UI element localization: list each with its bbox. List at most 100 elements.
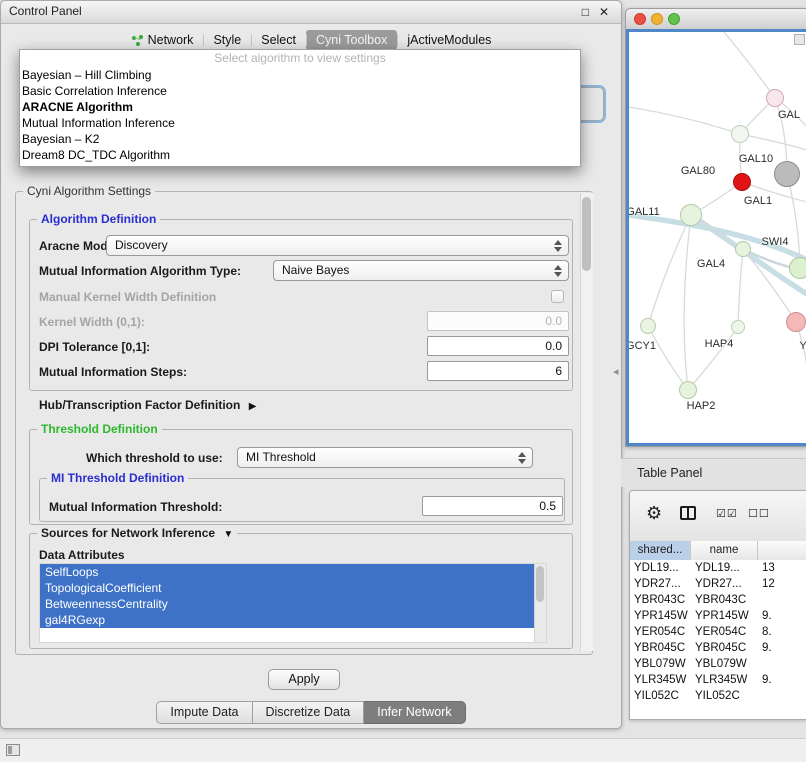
tab-network[interactable]: Network <box>121 30 204 50</box>
column-header-name[interactable]: name <box>691 541 758 560</box>
sources-group-title[interactable]: Sources for Network Inference ▼ <box>37 526 237 542</box>
table-header-row: shared... name <box>630 541 806 561</box>
algorithm-option[interactable]: Bayesian – Hill Climbing <box>20 67 580 83</box>
mi-type-select[interactable]: Naive Bayes <box>273 260 569 281</box>
network-node[interactable] <box>680 204 702 226</box>
network-node[interactable] <box>731 125 749 143</box>
stepper-icon <box>554 239 563 253</box>
apply-button[interactable]: Apply <box>268 669 340 690</box>
table-row[interactable]: YPR145WYPR145W9. <box>630 608 806 624</box>
table-row[interactable]: YER054CYER054C8. <box>630 624 806 640</box>
table-cell: 9. <box>758 672 806 688</box>
zoom-traffic-light[interactable] <box>668 13 680 25</box>
table-cell: YBR043C <box>630 592 691 608</box>
table-row[interactable]: YIL052CYIL052C <box>630 688 806 704</box>
bottom-status-strip <box>0 738 806 762</box>
mi-threshold-field[interactable]: 0.5 <box>422 496 563 516</box>
which-threshold-select[interactable]: MI Threshold <box>237 447 533 468</box>
network-icon <box>131 34 144 46</box>
algorithm-popup-placeholder: Select algorithm to view settings <box>20 50 580 67</box>
manual-kernel-label: Manual Kernel Width Definition <box>39 289 216 305</box>
panel-splitter-arrow[interactable]: ◂ <box>613 365 619 378</box>
attribute-item[interactable]: BetweennessCentrality <box>40 596 535 612</box>
kernel-width-field[interactable]: 0.0 <box>427 311 569 331</box>
table-cell: YPR145W <box>691 608 758 624</box>
table-row[interactable]: YBR043CYBR043C <box>630 592 806 608</box>
table-cell: YPR145W <box>630 608 691 624</box>
desktop: ◂ Control Panel □ ✕ NetworkStyleSelectCy… <box>0 0 806 762</box>
manual-kernel-checkbox[interactable] <box>551 290 564 303</box>
algorithm-option[interactable]: ARACNE Algorithm <box>20 99 580 115</box>
close-traffic-light[interactable] <box>634 13 646 25</box>
algorithm-option[interactable]: Bayesian – K2 <box>20 131 580 147</box>
tab-style[interactable]: Style <box>203 30 251 50</box>
table-row[interactable]: YDL19...YDL19...13 <box>630 560 806 576</box>
gear-icon[interactable]: ⚙ <box>646 503 662 523</box>
stepper-icon <box>554 264 563 278</box>
bottom-tab-discretize-data[interactable]: Discretize Data <box>253 701 365 724</box>
settings-scrollbar[interactable] <box>580 193 593 651</box>
node-label: GCY1 <box>626 340 656 352</box>
network-node[interactable] <box>679 381 697 399</box>
table-row[interactable]: YBL079WYBL079W <box>630 656 806 672</box>
network-node[interactable] <box>735 241 751 257</box>
table-row[interactable]: YDR27...YDR27...12 <box>630 576 806 592</box>
algorithm-option[interactable]: Dream8 DC_TDC Algorithm <box>20 147 580 163</box>
which-threshold-label: Which threshold to use: <box>86 450 223 466</box>
bottom-tab-infer-network[interactable]: Infer Network <box>364 701 465 724</box>
network-node[interactable] <box>789 257 806 279</box>
algorithm-popup: Select algorithm to view settings Bayesi… <box>19 49 581 167</box>
network-node[interactable] <box>640 318 656 334</box>
attribute-item[interactable]: TopologicalCoefficient <box>40 580 535 596</box>
minimize-traffic-light[interactable] <box>651 13 663 25</box>
dpi-tolerance-label: DPI Tolerance [0,1]: <box>39 339 150 355</box>
table-cell: YBR045C <box>630 640 691 656</box>
network-node[interactable] <box>786 312 806 332</box>
attributes-scrollbar[interactable] <box>534 564 546 642</box>
bottom-tab-impute-data[interactable]: Impute Data <box>156 701 252 724</box>
network-node[interactable] <box>731 320 745 334</box>
attribute-item[interactable]: gal4RGexp <box>40 612 535 628</box>
mi-steps-field[interactable]: 6 <box>427 361 569 381</box>
network-canvas[interactable]: GALGAL80GAL10GAL11GAL1SWI4GAL4GCY1HAP4HA… <box>626 29 806 446</box>
which-threshold-value: MI Threshold <box>246 450 316 464</box>
dpi-tolerance-field[interactable]: 0.0 <box>427 336 569 356</box>
table-cell: YLR345W <box>691 672 758 688</box>
column-header-extra[interactable] <box>758 541 806 560</box>
node-label: HAP4 <box>705 338 734 350</box>
node-label: SWI4 <box>762 236 789 248</box>
table-cell: YBL079W <box>691 656 758 672</box>
select-checked-icon[interactable]: ☑☑ <box>716 507 738 520</box>
columns-icon[interactable] <box>680 506 696 520</box>
collapsed-arrow-icon[interactable]: ▶ <box>249 401 257 412</box>
algorithm-option[interactable]: Mutual Information Inference <box>20 115 580 131</box>
attributes-scrollbar-thumb[interactable] <box>536 566 544 602</box>
network-window-titlebar[interactable] <box>626 9 806 30</box>
attribute-item[interactable]: SelfLoops <box>40 564 535 580</box>
control-panel-titlebar[interactable]: Control Panel □ ✕ <box>1 1 621 24</box>
minimize-icon[interactable]: □ <box>582 4 589 20</box>
data-attributes-list[interactable]: SelfLoopsTopologicalCoefficientBetweenne… <box>39 563 547 643</box>
algorithm-option[interactable]: Basic Correlation Inference <box>20 83 580 99</box>
algorithm-popup-list: Bayesian – Hill ClimbingBasic Correlatio… <box>20 67 580 163</box>
network-node[interactable] <box>774 161 800 187</box>
tab-select[interactable]: Select <box>251 30 306 50</box>
node-label: GAL4 <box>697 258 725 270</box>
canvas-corner-widget[interactable] <box>794 34 805 45</box>
table-row[interactable]: YLR345WYLR345W9. <box>630 672 806 688</box>
threshold-definition-title: Threshold Definition <box>37 422 162 437</box>
tab-jactivemodules[interactable]: jActiveModules <box>397 30 501 50</box>
tab-cyni-toolbox[interactable]: Cyni Toolbox <box>306 30 397 50</box>
close-icon[interactable]: ✕ <box>599 4 609 20</box>
table-row[interactable]: YBR045CYBR045C9. <box>630 640 806 656</box>
node-label: GAL1 <box>744 195 772 207</box>
bottom-panel-icon[interactable] <box>6 744 20 756</box>
aracne-mode-select[interactable]: Discovery <box>106 235 569 256</box>
hub-section-label[interactable]: Hub/Transcription Factor Definition ▶ <box>39 397 256 415</box>
settings-scrollbar-thumb[interactable] <box>582 197 591 271</box>
select-unchecked-icon[interactable]: ☐☐ <box>748 507 770 520</box>
expanded-arrow-icon[interactable]: ▼ <box>223 529 233 540</box>
network-node[interactable] <box>733 173 751 191</box>
network-node[interactable] <box>766 89 784 107</box>
column-header-shared[interactable]: shared... <box>630 541 691 560</box>
